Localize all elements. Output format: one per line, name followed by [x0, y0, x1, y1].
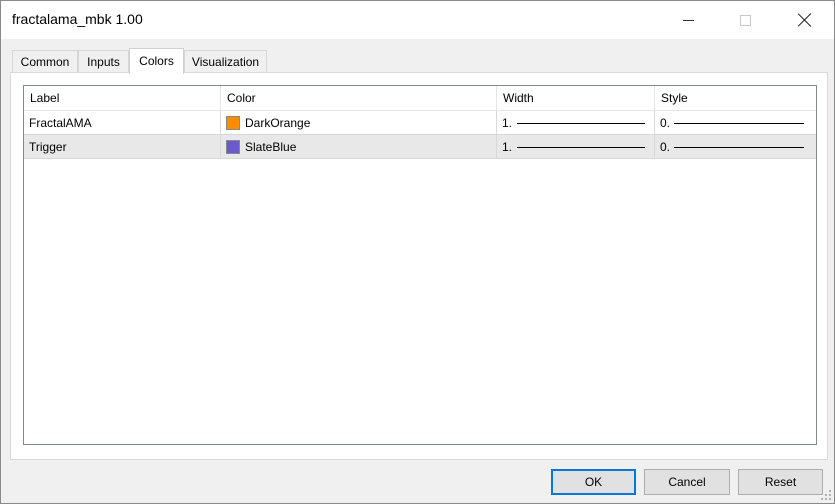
- width-value: 1.: [502, 140, 513, 154]
- row-label: FractalAMA: [24, 111, 221, 135]
- style-line-sample: [674, 123, 804, 124]
- maximize-button[interactable]: [722, 1, 768, 39]
- width-line-sample: [517, 123, 645, 124]
- row-label: Trigger: [24, 135, 221, 159]
- tab-inputs[interactable]: Inputs: [78, 50, 129, 74]
- colors-table: Label Color Width Style FractalAMA DarkO…: [23, 85, 817, 445]
- close-button[interactable]: [782, 1, 828, 39]
- width-line-sample: [517, 147, 645, 148]
- tab-common[interactable]: Common: [12, 50, 78, 74]
- minimize-button[interactable]: [665, 1, 711, 39]
- tab-visualization[interactable]: Visualization: [184, 50, 267, 74]
- maximize-icon: [739, 14, 751, 26]
- table-row[interactable]: FractalAMA DarkOrange 1. 0.: [24, 111, 816, 135]
- column-header-color[interactable]: Color: [221, 86, 497, 111]
- color-cell[interactable]: SlateBlue: [221, 135, 497, 159]
- colors-panel: Label Color Width Style FractalAMA DarkO…: [10, 72, 828, 460]
- style-line-sample: [674, 147, 804, 148]
- title-bar: fractalama_mbk 1.00: [1, 1, 834, 39]
- tab-colors[interactable]: Colors: [129, 48, 184, 74]
- color-name: DarkOrange: [245, 116, 311, 130]
- style-cell[interactable]: 0.: [655, 135, 816, 159]
- color-swatch: [226, 140, 240, 154]
- window-title: fractalama_mbk 1.00: [12, 11, 143, 27]
- minimize-icon: [682, 19, 694, 21]
- color-swatch: [226, 116, 240, 130]
- close-icon: [798, 13, 812, 27]
- ok-button[interactable]: OK: [551, 469, 636, 495]
- width-value: 1.: [502, 116, 513, 130]
- color-name: SlateBlue: [245, 140, 297, 154]
- table-header: Label Color Width Style: [24, 86, 816, 111]
- column-header-label[interactable]: Label: [24, 86, 221, 111]
- reset-button[interactable]: Reset: [738, 469, 823, 495]
- color-cell[interactable]: DarkOrange: [221, 111, 497, 135]
- table-row[interactable]: Trigger SlateBlue 1. 0.: [24, 135, 816, 159]
- resize-grip[interactable]: [821, 490, 831, 500]
- style-value: 0.: [660, 116, 671, 130]
- column-header-style[interactable]: Style: [655, 86, 816, 111]
- cancel-button[interactable]: Cancel: [644, 469, 730, 495]
- style-value: 0.: [660, 140, 671, 154]
- style-cell[interactable]: 0.: [655, 111, 816, 135]
- width-cell[interactable]: 1.: [497, 111, 655, 135]
- dialog-window: fractalama_mbk 1.00 Common Inputs Colors…: [0, 0, 835, 504]
- column-header-width[interactable]: Width: [497, 86, 655, 111]
- width-cell[interactable]: 1.: [497, 135, 655, 159]
